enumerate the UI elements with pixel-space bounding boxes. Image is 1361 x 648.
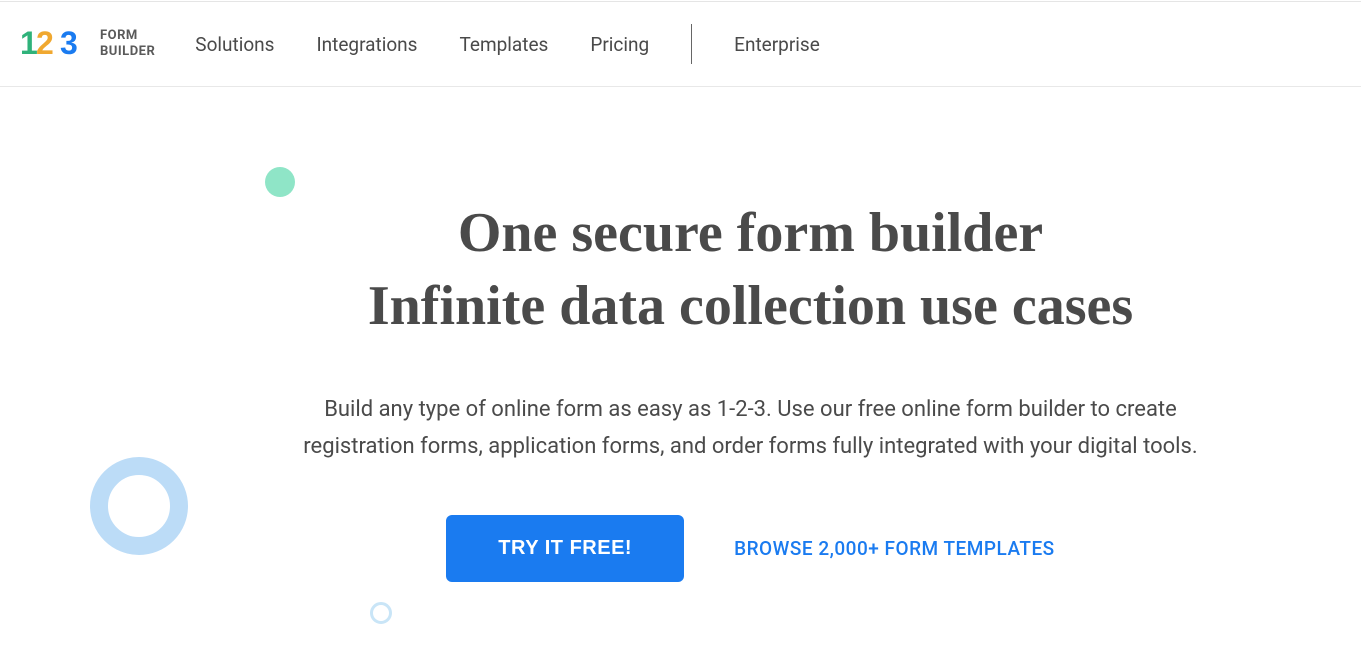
- nav-divider: [691, 24, 692, 64]
- svg-text:1: 1: [20, 28, 37, 60]
- logo-text-line1: FORM: [100, 28, 155, 44]
- logo-mark-icon: 1 2 3: [20, 28, 92, 60]
- browse-templates-link[interactable]: BROWSE 2,000+ FORM TEMPLATES: [734, 537, 1055, 560]
- hero-headline: One secure form builder Infinite data co…: [0, 197, 1361, 343]
- nav-integrations[interactable]: Integrations: [316, 33, 417, 56]
- decorative-teal-dot-icon: [265, 167, 295, 197]
- main-nav: Solutions Integrations Templates Pricing…: [195, 24, 820, 64]
- nav-enterprise[interactable]: Enterprise: [734, 33, 820, 56]
- hero-section: One secure form builder Infinite data co…: [0, 87, 1361, 582]
- try-free-button[interactable]: TRY IT FREE!: [446, 515, 684, 582]
- logo-text-line2: BUILDER: [100, 44, 155, 60]
- headline-line1: One secure form builder: [458, 202, 1043, 264]
- hero-subhead: Build any type of online form as easy as…: [131, 391, 1231, 466]
- subhead-line1: Build any type of online form as easy as…: [324, 397, 1177, 422]
- nav-templates[interactable]: Templates: [459, 33, 548, 56]
- site-header: 1 2 3 FORM BUILDER Solutions Integration…: [0, 2, 1361, 87]
- subhead-line2: registration forms, application forms, a…: [303, 434, 1197, 459]
- svg-text:3: 3: [60, 28, 77, 60]
- svg-text:2: 2: [36, 28, 53, 60]
- decorative-small-ring-icon: [370, 602, 392, 624]
- decorative-blue-ring-icon: [90, 457, 188, 555]
- nav-solutions[interactable]: Solutions: [195, 33, 274, 56]
- logo-text: FORM BUILDER: [100, 28, 155, 59]
- logo[interactable]: 1 2 3 FORM BUILDER: [20, 28, 155, 60]
- headline-line2: Infinite data collection use cases: [368, 275, 1133, 337]
- nav-pricing[interactable]: Pricing: [590, 33, 649, 56]
- cta-row: TRY IT FREE! BROWSE 2,000+ FORM TEMPLATE…: [0, 515, 1361, 582]
